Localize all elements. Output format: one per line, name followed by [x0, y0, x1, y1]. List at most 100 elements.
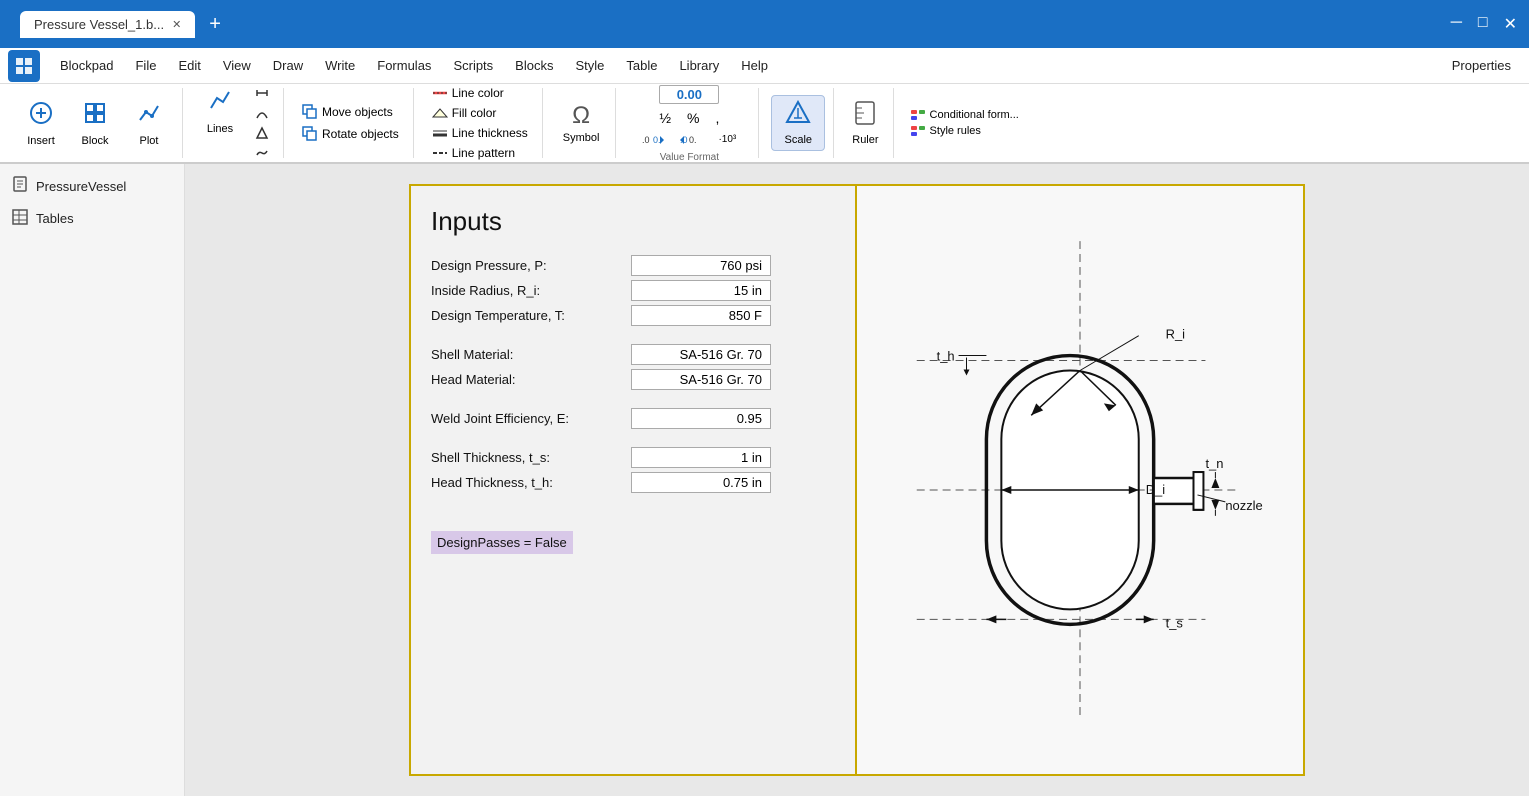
- ribbon-group-style: Conditional form... Style rules: [898, 88, 1031, 158]
- menu-write[interactable]: Write: [315, 54, 365, 77]
- line-pattern-button[interactable]: Line pattern: [426, 144, 534, 162]
- line-color-button[interactable]: Line color: [426, 84, 534, 102]
- menu-draw[interactable]: Draw: [263, 54, 313, 77]
- fraction-button[interactable]: ½: [653, 108, 677, 128]
- pressure-value[interactable]: 760 psi: [631, 255, 771, 276]
- block-label: Block: [82, 135, 109, 147]
- plot-button[interactable]: Plot: [124, 96, 174, 151]
- svg-text:0.: 0.: [653, 135, 661, 145]
- sidebar-item-tables-label: Tables: [36, 211, 74, 226]
- sidebar-item-label: PressureVessel: [36, 179, 126, 194]
- canvas-area: Inputs Design Pressure, P: 760 psi Insid…: [185, 164, 1529, 796]
- menu-formulas[interactable]: Formulas: [367, 54, 441, 77]
- value-format-input[interactable]: [659, 85, 719, 104]
- temperature-value[interactable]: 850 F: [631, 305, 771, 326]
- doc-right-panel: t_h R_i D_i t_n: [857, 184, 1305, 776]
- ribbon-line-style-col: Line color Fill color Line thickness: [426, 84, 534, 162]
- line-thickness-button[interactable]: Line thickness: [426, 124, 534, 142]
- triangle-btn[interactable]: [249, 124, 275, 142]
- menu-edit[interactable]: Edit: [168, 54, 210, 77]
- properties-label: Properties: [1442, 54, 1521, 77]
- wave-btn[interactable]: [249, 144, 275, 162]
- window-close-icon[interactable]: ✕: [1504, 14, 1517, 34]
- sidebar: PressureVessel Tables: [0, 164, 185, 796]
- menu-style[interactable]: Style: [565, 54, 614, 77]
- plot-icon: [136, 100, 162, 133]
- line-pattern-label: Line pattern: [452, 146, 515, 160]
- rotate-objects-button[interactable]: Rotate objects: [296, 124, 405, 144]
- efficiency-value[interactable]: 0.95: [631, 408, 771, 429]
- temperature-label: Design Temperature, T:: [431, 308, 631, 323]
- shell-material-value[interactable]: SA-516 Gr. 70: [631, 344, 771, 365]
- value-format-group-label: Value Format: [660, 152, 719, 163]
- minimize-icon[interactable]: ─: [1451, 14, 1462, 34]
- menu-blockpad[interactable]: Blockpad: [50, 54, 123, 77]
- input-row-pressure: Design Pressure, P: 760 psi: [431, 255, 835, 276]
- shell-material-label: Shell Material:: [431, 347, 631, 362]
- head-thickness-label: Head Thickness, t_h:: [431, 475, 631, 490]
- conditional-form-button[interactable]: Conditional form...: [906, 108, 1023, 122]
- svg-text:t_n: t_n: [1205, 456, 1223, 471]
- lines-button[interactable]: Lines: [195, 84, 245, 162]
- decimal-increase-btn[interactable]: .0 0.: [636, 130, 670, 148]
- head-material-value[interactable]: SA-516 Gr. 70: [631, 369, 771, 390]
- symbol-icon: Ω: [572, 102, 590, 130]
- decimal-decrease-btn[interactable]: .0 0.: [674, 130, 708, 148]
- arc-btn[interactable]: [249, 104, 275, 122]
- block-button[interactable]: Block: [70, 96, 120, 151]
- fill-color-button[interactable]: Fill color: [426, 104, 534, 122]
- menu-blocks[interactable]: Blocks: [505, 54, 563, 77]
- shell-thickness-value[interactable]: 1 in: [631, 447, 771, 468]
- ruler-button[interactable]: Ruler: [846, 96, 884, 150]
- ribbon-style-col: Conditional form... Style rules: [906, 108, 1023, 138]
- plot-label: Plot: [140, 135, 159, 147]
- scientific-btn[interactable]: ·10³: [712, 132, 742, 147]
- conditional-form-label: Conditional form...: [930, 109, 1019, 121]
- symbol-label: Symbol: [563, 132, 600, 144]
- style-rules-button[interactable]: Style rules: [906, 124, 1023, 138]
- svg-text:t_s: t_s: [1166, 615, 1183, 630]
- ribbon-group-value-format: ½ % , .0 0. .0 0.: [620, 88, 759, 158]
- sidebar-item-tables[interactable]: Tables: [0, 203, 184, 234]
- comma-button[interactable]: ,: [709, 108, 725, 128]
- menu-scripts[interactable]: Scripts: [443, 54, 503, 77]
- style-rules-label: Style rules: [930, 125, 981, 137]
- move-ruler-btn[interactable]: [249, 84, 275, 102]
- input-row-shell-material: Shell Material: SA-516 Gr. 70: [431, 344, 835, 365]
- svg-text:0.: 0.: [689, 135, 697, 145]
- input-row-efficiency: Weld Joint Efficiency, E: 0.95: [431, 408, 835, 429]
- radius-value[interactable]: 15 in: [631, 280, 771, 301]
- table-icon: [12, 209, 28, 228]
- maximize-icon[interactable]: □: [1478, 14, 1488, 34]
- doc-left-panel: Inputs Design Pressure, P: 760 psi Insid…: [409, 184, 857, 776]
- symbol-button[interactable]: Ω Symbol: [555, 98, 608, 148]
- head-material-label: Head Material:: [431, 372, 631, 387]
- main-area: PressureVessel Tables Inputs Des: [0, 164, 1529, 796]
- ruler-label: Ruler: [852, 134, 878, 146]
- add-tab-button[interactable]: +: [201, 11, 229, 38]
- ribbon: Insert Block: [0, 84, 1529, 164]
- move-objects-label: Move objects: [322, 105, 393, 119]
- shell-thickness-label: Shell Thickness, t_s:: [431, 450, 631, 465]
- move-objects-button[interactable]: Move objects: [296, 102, 405, 122]
- head-thickness-value[interactable]: 0.75 in: [631, 472, 771, 493]
- rotate-objects-label: Rotate objects: [322, 127, 399, 141]
- scale-button[interactable]: Scale: [771, 95, 825, 151]
- percent-button[interactable]: %: [681, 108, 705, 128]
- svg-text:.0: .0: [642, 135, 650, 145]
- tab-label: Pressure Vessel_1.b...: [34, 17, 164, 32]
- document-tab[interactable]: Pressure Vessel_1.b... ✕: [20, 11, 195, 38]
- app-logo: [8, 50, 40, 82]
- tab-close-icon[interactable]: ✕: [172, 18, 181, 31]
- menu-library[interactable]: Library: [669, 54, 729, 77]
- line-thickness-label: Line thickness: [452, 126, 528, 140]
- menu-help[interactable]: Help: [731, 54, 778, 77]
- menu-table[interactable]: Table: [616, 54, 667, 77]
- menu-file[interactable]: File: [125, 54, 166, 77]
- page-icon: [12, 176, 28, 197]
- menu-view[interactable]: View: [213, 54, 261, 77]
- ruler-icon: [854, 100, 876, 132]
- insert-button[interactable]: Insert: [16, 96, 66, 151]
- sidebar-item-pressure-vessel[interactable]: PressureVessel: [0, 170, 184, 203]
- ribbon-transform-col: Move objects Rotate objects: [296, 102, 405, 144]
